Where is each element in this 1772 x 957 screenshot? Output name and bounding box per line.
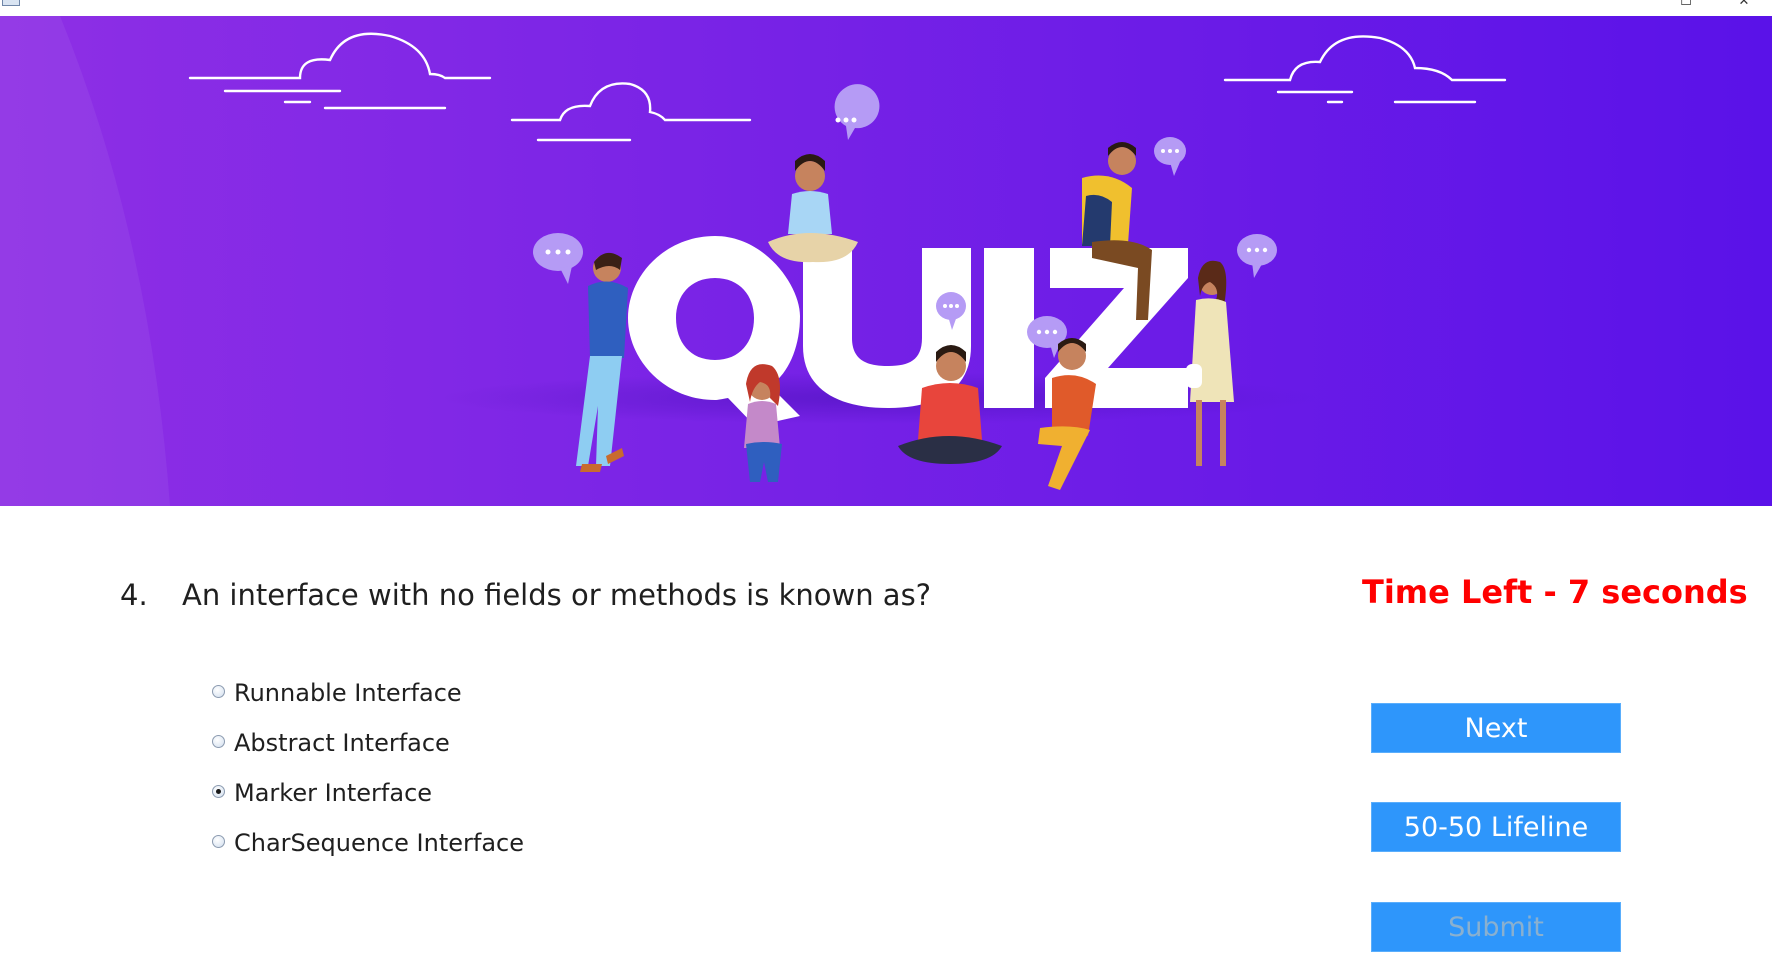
option-label: CharSequence Interface <box>234 829 525 857</box>
maximize-icon[interactable]: ☐ <box>1664 0 1708 15</box>
answer-options: Runnable Interface Abstract Interface Ma… <box>212 668 524 868</box>
time-left-label: Time Left - 7 seconds <box>1362 573 1748 611</box>
option-label: Runnable Interface <box>234 679 462 707</box>
option-marker-interface[interactable]: Marker Interface <box>212 768 524 818</box>
person-figure <box>744 364 782 482</box>
radio-button[interactable] <box>212 834 225 848</box>
quiz-banner-illustration <box>0 16 1772 506</box>
radio-button[interactable] <box>212 734 225 748</box>
app-icon <box>2 0 20 6</box>
close-icon[interactable]: ✕ <box>1722 0 1766 15</box>
option-label: Abstract Interface <box>234 729 450 757</box>
window-title-bar: ☐ ✕ <box>0 0 1772 17</box>
radio-button-selected[interactable] <box>212 784 225 798</box>
question-number: 4. <box>120 578 148 612</box>
option-runnable-interface[interactable]: Runnable Interface <box>212 668 524 718</box>
question-text: 4. An interface with no fields or methods… <box>120 578 1020 612</box>
option-abstract-interface[interactable]: Abstract Interface <box>212 718 524 768</box>
submit-button[interactable]: Submit <box>1371 902 1621 952</box>
quiz-banner <box>0 16 1772 506</box>
option-charsequence-interface[interactable]: CharSequence Interface <box>212 818 524 868</box>
radio-button[interactable] <box>212 684 225 698</box>
option-label: Marker Interface <box>234 779 433 807</box>
next-button[interactable]: Next <box>1371 703 1621 753</box>
lifeline-button[interactable]: 50-50 Lifeline <box>1371 802 1621 852</box>
question-label: An interface with no fields or methods i… <box>182 578 932 612</box>
